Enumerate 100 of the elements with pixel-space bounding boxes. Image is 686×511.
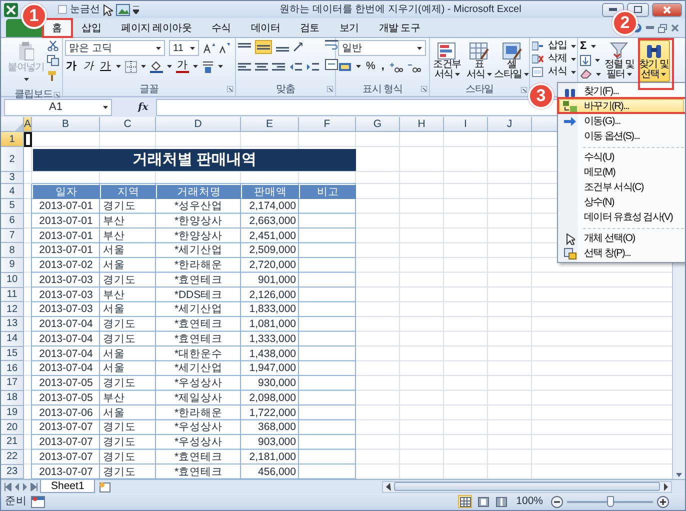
currency-icon[interactable] xyxy=(338,60,352,72)
ribbon-tab[interactable]: 수식 xyxy=(202,19,241,37)
row-header[interactable]: 17 xyxy=(1,376,24,391)
percent-button[interactable]: % xyxy=(365,60,376,73)
row-header[interactable]: 3 xyxy=(1,172,24,184)
menu-item[interactable]: 조건부 서식(C) xyxy=(559,180,684,195)
row-header[interactable]: 6 xyxy=(1,214,24,228)
comma-button[interactable]: , xyxy=(380,60,386,73)
wrap-text-icon[interactable] xyxy=(325,40,338,51)
decrease-indent-icon[interactable] xyxy=(289,62,302,72)
close-button[interactable] xyxy=(652,2,682,16)
format-painter-icon[interactable] xyxy=(47,70,59,81)
caret-icon[interactable] xyxy=(454,72,460,76)
fill-icon[interactable] xyxy=(580,55,591,66)
cells-menu-button[interactable]: 삽입 xyxy=(532,40,576,52)
row-header[interactable]: 14 xyxy=(1,332,24,346)
row-header[interactable]: 19 xyxy=(1,406,24,420)
insert-function-button[interactable]: fx xyxy=(134,100,152,115)
menu-item[interactable]: 개체 선택(O) xyxy=(559,231,684,246)
column-header[interactable]: B xyxy=(32,117,100,132)
column-header[interactable]: F xyxy=(299,117,356,132)
insert-sheet-icon[interactable] xyxy=(97,480,114,492)
zoom-out-icon[interactable] xyxy=(551,496,563,508)
cells-menu-button[interactable]: 삭제 xyxy=(532,53,576,65)
row-header[interactable]: 9 xyxy=(1,258,24,273)
caret-icon[interactable] xyxy=(193,65,198,68)
view-button[interactable] xyxy=(458,495,472,508)
row-header[interactable]: 5 xyxy=(1,199,24,214)
row-header[interactable]: 21 xyxy=(1,435,24,450)
caret-icon[interactable] xyxy=(141,65,146,68)
row-header[interactable]: 2 xyxy=(1,147,24,172)
maximize-button[interactable] xyxy=(627,2,649,16)
caret-icon[interactable] xyxy=(417,46,422,50)
copy-icon[interactable] xyxy=(47,55,59,66)
picture-icon[interactable] xyxy=(116,4,130,16)
font-color-button[interactable]: 가 xyxy=(176,60,189,73)
scroll-right-icon[interactable] xyxy=(663,482,669,490)
ribbon-minimize-icon[interactable] xyxy=(646,26,654,30)
ribbon-tab[interactable]: 검토 xyxy=(290,19,330,37)
caret-icon[interactable] xyxy=(626,72,632,76)
style-button[interactable]: 조건부 서식 xyxy=(432,40,462,82)
ribbon-tab[interactable]: 데이터 xyxy=(240,19,290,37)
bold-button[interactable]: 가 xyxy=(65,60,78,73)
pointer-icon[interactable] xyxy=(103,4,113,16)
ribbon-tab[interactable]: 삽입 xyxy=(72,19,112,37)
caret-icon[interactable] xyxy=(524,72,529,76)
align-left-icon[interactable] xyxy=(238,62,251,72)
align-middle-button[interactable] xyxy=(255,40,272,54)
prev-sheet-icon[interactable] xyxy=(14,482,20,490)
row-header[interactable]: 15 xyxy=(1,346,24,362)
zoom-in-icon[interactable] xyxy=(657,496,669,508)
replace-icon[interactable] xyxy=(563,101,577,112)
ribbon-tab[interactable]: 개발 도구 xyxy=(368,19,430,37)
eraser-icon[interactable] xyxy=(580,69,592,79)
next-sheet-icon[interactable] xyxy=(22,482,28,490)
increase-indent-icon[interactable] xyxy=(306,62,319,72)
number-format-field[interactable]: 일반 xyxy=(338,40,426,56)
caret-icon[interactable] xyxy=(486,72,492,76)
dialog-launcher-icon[interactable] xyxy=(54,92,60,98)
row-header[interactable]: 1 xyxy=(1,132,24,147)
row-header[interactable]: 10 xyxy=(1,272,24,288)
restore-icon[interactable] xyxy=(658,24,667,32)
caret-icon[interactable] xyxy=(156,46,161,50)
active-cell[interactable] xyxy=(24,132,32,147)
dialog-launcher-icon[interactable] xyxy=(327,86,333,92)
menu-item[interactable]: 상수(N) xyxy=(559,195,684,210)
column-header[interactable]: H xyxy=(400,117,444,132)
caret-icon[interactable] xyxy=(570,44,576,48)
style-button[interactable]: 셀 스타일 xyxy=(496,40,527,82)
gridlines-checkbox[interactable] xyxy=(58,5,67,14)
ribbon-tab[interactable]: 보기 xyxy=(329,19,369,37)
border-icon[interactable] xyxy=(125,60,137,72)
customize-caret-icon[interactable] xyxy=(133,6,139,14)
row-header[interactable]: 7 xyxy=(1,228,24,244)
caret-icon[interactable] xyxy=(103,106,108,109)
row-header[interactable]: 13 xyxy=(1,317,24,332)
sheet-tab[interactable]: Sheet1 xyxy=(40,480,96,493)
caret-icon[interactable] xyxy=(356,65,361,68)
arrow-icon[interactable] xyxy=(564,117,576,126)
name-box[interactable]: A1 xyxy=(4,99,112,116)
ribbon-tab[interactable]: 페이지 레이아웃 xyxy=(111,19,202,37)
row-header[interactable]: 4 xyxy=(1,184,24,199)
row-header[interactable]: 18 xyxy=(1,390,24,406)
column-header[interactable]: A xyxy=(24,117,32,132)
underline-button[interactable]: 가 xyxy=(99,60,112,73)
align-right-icon[interactable] xyxy=(272,62,285,72)
sort-filter-button[interactable]: 정렬 및 필터 xyxy=(603,40,636,82)
caret-icon[interactable] xyxy=(596,72,601,76)
row-header[interactable]: 23 xyxy=(1,464,24,480)
caret-icon[interactable] xyxy=(570,58,576,60)
caret-icon[interactable] xyxy=(116,65,121,68)
binoculars-icon[interactable] xyxy=(564,86,576,96)
pointer-icon[interactable] xyxy=(566,232,574,244)
row-header[interactable]: 22 xyxy=(1,450,24,464)
menu-item[interactable]: 데이터 유효성 검사(V) xyxy=(559,210,684,225)
scrollbar[interactable] xyxy=(382,480,672,492)
excel-icon[interactable] xyxy=(4,2,18,16)
cells-menu-button[interactable]: 서식 xyxy=(532,66,576,78)
phonetic-guide-icon[interactable] xyxy=(202,60,214,73)
caret-icon[interactable] xyxy=(218,65,223,68)
